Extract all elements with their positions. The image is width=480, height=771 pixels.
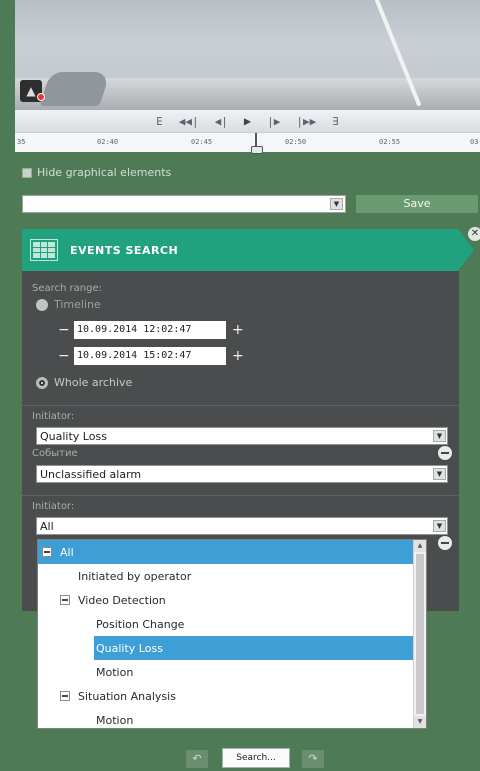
save-button[interactable]: Save <box>356 195 478 213</box>
timeline-radio[interactable]: Timeline <box>36 298 101 311</box>
initiator-value: Quality Loss <box>40 430 107 443</box>
tree-item-label: Motion <box>96 665 134 679</box>
search-range-label: Search range: <box>32 283 102 294</box>
increment-end-button[interactable]: + <box>232 348 244 364</box>
close-icon[interactable]: ✕ <box>468 227 480 241</box>
video-viewport[interactable] <box>15 0 480 110</box>
tree-item-label: Quality Loss <box>96 641 163 655</box>
initiator-label: Initiator: <box>32 501 75 512</box>
decrement-start-button[interactable]: − <box>58 322 70 338</box>
collapse-icon[interactable] <box>42 547 52 557</box>
timeline-tick: 02:55 <box>379 138 401 146</box>
tree-item-label: Situation Analysis <box>78 689 176 703</box>
fast-forward-button[interactable]: |▶▶ <box>294 115 318 128</box>
end-datetime-row: − 10.09.2014 15:02:47 + <box>58 347 244 365</box>
timeline-tick: 02:40 <box>97 138 119 146</box>
step-forward-button[interactable]: |▶ <box>265 115 282 128</box>
tree-item-situation-analysis[interactable]: Situation Analysis <box>38 684 413 708</box>
timeline-scale[interactable]: 35 02:40 02:45 02:50 02:55 03 <box>15 132 480 154</box>
jump-start-button[interactable]: E <box>154 115 165 128</box>
decrement-end-button[interactable]: − <box>58 348 70 364</box>
tree-item-label: Initiated by operator <box>78 569 192 583</box>
tree-item-label: Motion <box>96 713 134 727</box>
increment-start-button[interactable]: + <box>232 322 244 338</box>
chevron-down-icon[interactable]: ▼ <box>433 430 446 442</box>
start-datetime-row: − 10.09.2014 12:02:47 + <box>58 321 244 339</box>
hide-graphics-option[interactable]: Hide graphical elements <box>22 166 171 179</box>
timeline-tick: 02:50 <box>285 138 307 146</box>
fast-rewind-button[interactable]: ◀◀| <box>177 115 201 128</box>
events-grid-icon <box>30 239 58 261</box>
tree-item-label: Position Change <box>96 617 185 631</box>
alarm-dot-icon <box>37 93 45 101</box>
dropdown-scrollbar[interactable]: ▲ ▼ <box>413 540 426 728</box>
tree-item-position-change[interactable]: Position Change <box>38 612 413 636</box>
event-select[interactable]: Unclassified alarm ▼ <box>36 465 448 483</box>
jump-end-button[interactable]: ∃ <box>330 115 341 128</box>
preset-select[interactable]: ▼ <box>22 195 346 213</box>
timeline-radio-label: Timeline <box>54 298 101 311</box>
scroll-up-icon[interactable]: ▲ <box>414 540 426 552</box>
chevron-down-icon[interactable]: ▼ <box>433 468 446 480</box>
play-button[interactable]: ▶ <box>242 114 253 128</box>
redo-icon[interactable]: ↷ <box>302 750 324 768</box>
events-search-header: EVENTS SEARCH <box>22 229 474 271</box>
start-datetime-field[interactable]: 10.09.2014 12:02:47 <box>74 321 226 339</box>
undo-icon[interactable]: ↶ <box>186 750 208 768</box>
initiator-dropdown-list[interactable]: All Initiated by operator Video Detectio… <box>37 539 427 729</box>
hide-graphics-checkbox[interactable] <box>22 167 32 178</box>
search-button[interactable]: Search... <box>222 748 290 768</box>
playback-controls: E ◀◀| ◀| ▶ |▶ |▶▶ ∃ <box>15 110 480 132</box>
tree-item-motion[interactable]: Motion <box>38 660 413 684</box>
timeline-tick: 03 <box>470 138 479 146</box>
filter-group-1: Initiator: Quality Loss ▼ Событие Unclas… <box>22 405 459 495</box>
tree-item-initiated-by-operator[interactable]: Initiated by operator <box>38 564 413 588</box>
initiator-value: All <box>40 520 54 533</box>
timeline-cursor[interactable] <box>251 133 263 154</box>
tree-item-label: Video Detection <box>78 593 166 607</box>
scroll-thumb[interactable] <box>416 554 424 714</box>
event-label: Событие <box>32 448 78 459</box>
timeline-tick: 35 <box>17 138 26 146</box>
whole-archive-label: Whole archive <box>54 376 133 389</box>
end-datetime-field[interactable]: 10.09.2014 15:02:47 <box>74 347 226 365</box>
scroll-down-icon[interactable]: ▼ <box>414 716 426 728</box>
remove-filter-icon[interactable] <box>438 536 452 550</box>
tree-item-motion[interactable]: Motion <box>38 708 413 728</box>
video-car <box>39 72 111 106</box>
chevron-down-icon[interactable]: ▼ <box>330 198 343 210</box>
tree-item-quality-loss[interactable]: Quality Loss <box>94 636 413 660</box>
step-back-button[interactable]: ◀| <box>213 115 230 128</box>
hide-graphics-label: Hide graphical elements <box>37 166 172 179</box>
tree-item-label: All <box>60 545 74 559</box>
remove-filter-icon[interactable] <box>438 446 452 460</box>
camera-alarm-icon[interactable]: ▲ <box>20 80 45 102</box>
panel-title: EVENTS SEARCH <box>70 243 179 257</box>
radio-icon <box>36 298 48 311</box>
whole-archive-radio[interactable]: Whole archive <box>36 376 132 389</box>
collapse-icon[interactable] <box>60 595 70 605</box>
timeline-tick: 02:45 <box>191 138 213 146</box>
tree-item-all[interactable]: All <box>38 540 413 564</box>
tree-item-video-detection[interactable]: Video Detection <box>38 588 413 612</box>
initiator-label: Initiator: <box>32 411 75 422</box>
radio-selected-icon <box>36 376 48 389</box>
initiator-select[interactable]: All ▼ <box>36 517 448 535</box>
chevron-down-icon[interactable]: ▼ <box>433 520 446 532</box>
initiator-select[interactable]: Quality Loss ▼ <box>36 427 448 445</box>
collapse-icon[interactable] <box>60 691 70 701</box>
event-value: Unclassified alarm <box>40 468 142 481</box>
